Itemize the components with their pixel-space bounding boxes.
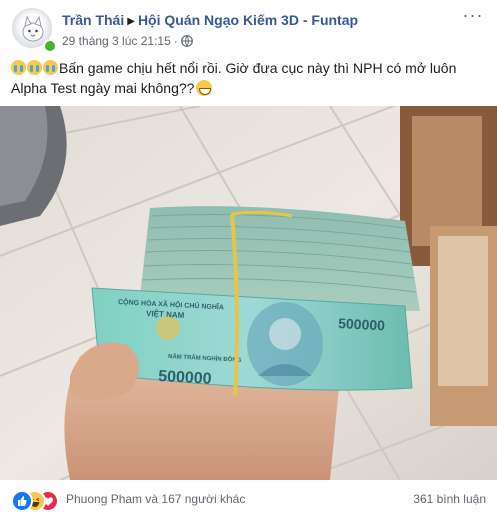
caret-right-icon: ▶ [127, 16, 135, 27]
post-text: Bấn game chịu hết nổi rồi. Giờ đưa cục n… [11, 58, 487, 98]
like-icon [11, 490, 33, 512]
post-footer: Phuong Pham và 167 người khác 361 bình l… [0, 484, 497, 514]
emblem [156, 316, 180, 340]
post-photo[interactable]: CỘNG HÒA XÃ HỘI CHỦ NGHĨA VIỆT NAM NĂM TRĂ… [0, 106, 497, 480]
post-meta: 29 tháng 3 lúc 21:15 · [62, 34, 193, 50]
post-timestamp[interactable]: 29 tháng 3 lúc 21:15 [62, 34, 171, 48]
grinning-face-icon [196, 80, 213, 96]
group-name-link[interactable]: Hội Quán Ngạo Kiếm 3D - Funtap [138, 12, 358, 28]
post-author-line: Trần Thái ▶ Hội Quán Ngạo Kiếm 3D - Funtap [62, 12, 358, 28]
more-options-button[interactable]: ··· [461, 6, 485, 30]
author-name-link[interactable]: Trần Thái [62, 12, 124, 28]
banknote-value-right: 500000 [338, 315, 386, 333]
banknote-value-left: 500000 [158, 368, 212, 388]
post-header: Trần Thái ▶ Hội Quán Ngạo Kiếm 3D - Funtap… [10, 6, 487, 53]
crying-face-icon [27, 60, 42, 75]
post-message: Bấn game chịu hết nổi rồi. Giờ đưa cục n… [11, 60, 457, 96]
online-status-dot [43, 39, 57, 53]
money-stack-photo: CỘNG HÒA XÃ HỘI CHỦ NGHĨAVIỆT NAMNĂM TRĂ… [0, 106, 497, 480]
post-card: Trần Thái ▶ Hội Quán Ngạo Kiếm 3D - Funtap… [0, 0, 497, 518]
crying-face-icon [43, 60, 58, 75]
reactors-link[interactable]: Phuong Pham và 167 người khác [66, 492, 245, 506]
comments-count-link[interactable]: 361 bình luận [413, 492, 486, 506]
globe-icon[interactable] [180, 35, 193, 50]
crying-face-icon [11, 60, 26, 75]
meta-separator: · [173, 34, 178, 48]
